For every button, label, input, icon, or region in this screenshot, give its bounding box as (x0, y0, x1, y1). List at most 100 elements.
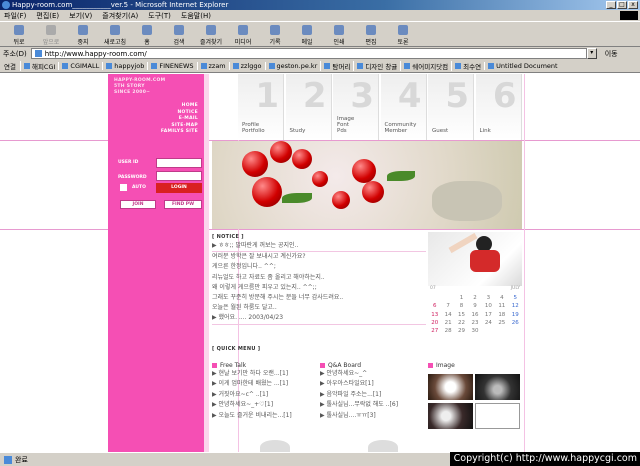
image-thumbnail[interactable] (475, 374, 520, 400)
menu-help[interactable]: 도움말(H) (181, 11, 211, 21)
menu-tools[interactable]: 도구(T) (148, 11, 171, 21)
link-item[interactable]: 최수연 (451, 61, 484, 71)
toolbar-button-favorites[interactable]: 즐겨찾기 (196, 22, 226, 46)
window-controls: _ □ x (606, 1, 638, 9)
link-label: FINENEWS (159, 62, 194, 70)
link-item[interactable]: 탐머리 (320, 61, 353, 71)
link-item[interactable]: 해피CGI (19, 61, 58, 71)
forward-arrow-icon (46, 25, 56, 35)
toolbar-button-mail[interactable]: 메일 (292, 22, 322, 46)
toolbar-button-search[interactable]: 검색 (164, 22, 194, 46)
post-item[interactable]: ▶ 톨사실님....ㅠㅠ[3] (320, 411, 398, 421)
post-item[interactable]: ▶ 거짓아요~c^ ..[1] (212, 390, 292, 400)
status-text: 완료 (15, 455, 28, 464)
find-pw-button[interactable]: FIND PW (164, 200, 202, 209)
image-thumbnail[interactable] (428, 374, 473, 400)
menu-favorites[interactable]: 즐겨찾기(A) (102, 11, 138, 21)
link-item[interactable]: CGIMALL (58, 62, 102, 70)
toolbar-button-stop[interactable]: 중지 (68, 22, 98, 46)
bullet-icon (212, 363, 217, 368)
calendar-day: 27 (431, 328, 439, 335)
go-button[interactable]: 이동 (605, 49, 618, 59)
tab-3[interactable]: 3 Image Font Pds (333, 74, 379, 140)
calendar-day: 20 (431, 320, 439, 327)
password-input[interactable] (156, 171, 202, 181)
calendar-grid: 1 2 3 4 5 6 7 8 9 10 11 12 13 14 15 16 17 18 19 20 21 22 23 24 2… (428, 294, 522, 335)
link-page-icon (232, 63, 239, 69)
post-item[interactable]: ▶ 톨사실님...무락없 해도 ..[6] (320, 400, 398, 410)
calendar-day: 7 (446, 303, 450, 310)
tab-label: Community Member (384, 122, 417, 134)
link-label: 탐머리 (332, 63, 351, 71)
close-button[interactable]: x (628, 1, 638, 9)
link-label: 쉐어미지닷컴 (412, 63, 449, 71)
notice-item: 왜 이렇게 게으름만 피우고 있는지.. ^^;; (212, 283, 317, 291)
post-item[interactable]: ▶ 아우아스타일요[1] (320, 379, 398, 389)
tab-2[interactable]: 2 Study (285, 74, 332, 140)
post-item[interactable]: ▶ 음악파일 주소는...[1] (320, 390, 398, 400)
link-item[interactable]: 디자인 창귤 (353, 61, 400, 71)
calendar-day: 15 (458, 311, 466, 318)
menu-file[interactable]: 파일(F) (4, 11, 26, 21)
user-id-input[interactable] (156, 158, 202, 168)
menu-edit[interactable]: 편집(E) (36, 11, 59, 21)
notice-item[interactable]: ▶ 했어요. .... 2003/04/23 (212, 313, 426, 325)
calendar-day: 3 (486, 295, 491, 302)
toolbar-button-forward-arrow[interactable]: 앞으로 (36, 22, 66, 46)
post-item[interactable]: ▶ 안녕하세요~_+♡[1] (212, 400, 292, 410)
link-item[interactable]: Untitled Document (484, 62, 560, 70)
decorative-girl-image (428, 232, 522, 286)
tab-4[interactable]: 4 Community Member (380, 74, 427, 140)
notice-item: 리뉴얼도 하고 자료도 좀 올리고 해야하는지.. (212, 273, 325, 281)
main-tabs: 1 Profile Portfolio 2 Study 3 Image Font Pds 4… (212, 74, 524, 140)
user-id-label: USER ID (118, 160, 139, 165)
toolbar-button-home[interactable]: 홈 (132, 22, 162, 46)
toolbar-button-media[interactable]: 미디어 (228, 22, 258, 46)
toolbar-button-print[interactable]: 인쇄 (324, 22, 354, 46)
post-item[interactable]: ▶ 현날 보기만 하다 오랜...[1] (212, 369, 292, 379)
refresh-icon (110, 25, 120, 35)
link-item[interactable]: zzlggo (228, 62, 265, 70)
toolbar-button-refresh[interactable]: 새로고침 (100, 22, 130, 46)
left-panel: HAPPY-ROOM.COM 5TH STORY SINCE 2000~ HOME … (108, 74, 204, 452)
link-item[interactable]: zzam (196, 62, 229, 70)
toolbar-button-discuss[interactable]: 토론 (388, 22, 418, 46)
image-thumbnail[interactable] (428, 403, 473, 429)
login-button[interactable]: LOGIN (156, 183, 202, 193)
tab-5[interactable]: 5 Guest (428, 74, 474, 140)
tab-6[interactable]: 6 Link (475, 74, 522, 140)
link-item[interactable]: happyjob (102, 62, 147, 70)
join-button[interactable]: JOIN (120, 200, 156, 209)
address-dropdown-button[interactable]: ▾ (586, 48, 597, 59)
nav-family-site[interactable]: FAMILYS SITE (161, 129, 198, 136)
toolbar-button-history[interactable]: 기록 (260, 22, 290, 46)
image-thumbnail[interactable] (475, 403, 520, 429)
calendar-day: 1 (459, 295, 464, 302)
link-item[interactable]: FINENEWS (147, 62, 196, 70)
post-item[interactable]: ▶ 안녕하세요~_^ (320, 369, 398, 379)
address-url: http://www.happy-room.com/ (44, 49, 147, 58)
auto-login-checkbox[interactable] (120, 184, 127, 191)
maximize-button[interactable]: □ (617, 1, 627, 9)
link-item[interactable]: geston.pe.kr (264, 62, 321, 70)
menu-view[interactable]: 보기(V) (69, 11, 92, 21)
divider-line (524, 74, 525, 452)
toolbar-label: 새로고침 (103, 39, 127, 46)
calendar-day: 22 (458, 320, 466, 327)
tab-1[interactable]: 1 Profile Portfolio (238, 74, 284, 140)
link-item[interactable]: 쉐어미지닷컴 (400, 61, 451, 71)
image-thumbnails (428, 374, 522, 430)
notice-item[interactable]: ▶ ㅎㅎ;; 말따란게 꺼보는 공지인.. (212, 241, 426, 253)
side-nav: HOME NOTICE E-MAIL SITE-MAP FAMILYS SITE (161, 103, 198, 136)
address-input[interactable]: http://www.happy-room.com/ (30, 48, 587, 59)
decorative-footer (260, 436, 410, 452)
toolbar-button-edit[interactable]: 편집 (356, 22, 386, 46)
toolbar-button-back-arrow[interactable]: 뒤로 (4, 22, 34, 46)
post-item[interactable]: ▶ 오늘도 즐거운 비내리는...[1] (212, 411, 292, 421)
calendar-day: 14 (444, 311, 452, 318)
tab-label: Link (479, 128, 491, 134)
browser-toolbar: 뒤로 앞으로 중지 새로고침 홈 검색 즐겨찾기 미디어 기록 메일 인쇄 편집 토론 (0, 21, 640, 47)
password-label: PASSWORD (118, 175, 147, 180)
post-item[interactable]: ▶ 이게 엄마한테 배웠는 ...[1] (212, 379, 292, 389)
minimize-button[interactable]: _ (606, 1, 616, 9)
